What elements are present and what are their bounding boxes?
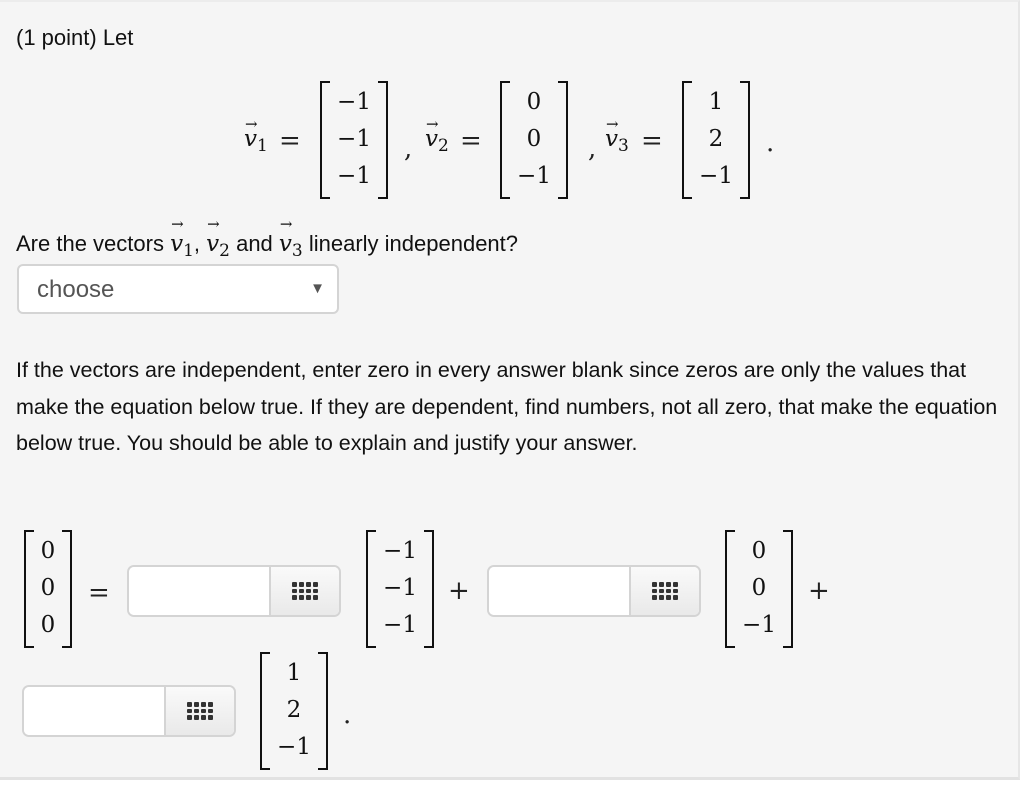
independence-dropdown[interactable]: choose ▼ (17, 264, 339, 314)
period: . (766, 128, 775, 158)
matrix-entry: 2 (286, 697, 302, 723)
v3-matrix: 1 2 −1 (682, 81, 750, 199)
grid-icon (292, 582, 318, 600)
matrix-entry: −1 (742, 612, 776, 638)
caret-down-icon: ▼ (310, 280, 325, 297)
coefficient-input-3[interactable] (24, 687, 166, 735)
zero-vector-matrix: 0 0 0 (24, 530, 72, 648)
matrix-entry: 0 (526, 89, 542, 115)
matrix-entry: −1 (337, 89, 371, 115)
comma: , (588, 134, 597, 164)
plus-sign: + (808, 576, 830, 606)
equals-sign: = (88, 578, 110, 608)
matrix-entry: 1 (286, 660, 302, 686)
dropdown-value: choose (37, 276, 115, 303)
question-text: Are the vectors → v1, → v2 and → v3 linearl… (16, 215, 519, 262)
problem-panel: (1 point) Let → v1 = −1 −1 −1 , → v2 = 0 0… (0, 0, 1020, 780)
matrix-entry: −1 (383, 612, 417, 638)
matrix-entry: 1 (708, 89, 724, 115)
equals-sign: = (641, 126, 663, 156)
matrix-entry: 0 (751, 575, 767, 601)
problem-header: (1 point) Let (16, 25, 134, 50)
matrix-entry: −1 (277, 734, 311, 760)
plus-sign: + (448, 576, 470, 606)
matrix-entry: 0 (40, 612, 56, 638)
matrix-entry: −1 (383, 538, 417, 564)
matrix-entry: −1 (337, 163, 371, 189)
grid-icon (187, 702, 213, 720)
equals-sign: = (279, 126, 301, 156)
answer-group-2 (487, 565, 701, 617)
v1-matrix: −1 −1 −1 (320, 81, 388, 199)
v3-label: → v3 (605, 115, 629, 157)
matrix-entry: 0 (526, 126, 542, 152)
v2-matrix-equation: 0 0 −1 (725, 530, 793, 648)
answer-group-1 (127, 565, 341, 617)
v1-label: → v1 (244, 115, 268, 157)
equals-sign: = (460, 126, 482, 156)
matrix-entry: 2 (708, 126, 724, 152)
matrix-entry: −1 (517, 163, 551, 189)
matrix-entry: −1 (337, 126, 371, 152)
equation-editor-button-2[interactable] (629, 567, 699, 615)
coefficient-input-2[interactable] (489, 567, 631, 615)
matrix-entry: 0 (40, 538, 56, 564)
instructions-text: If the vectors are independent, enter ze… (16, 358, 998, 455)
matrix-entry: −1 (383, 575, 417, 601)
comma: , (404, 134, 413, 164)
matrix-entry: −1 (699, 163, 733, 189)
equation-editor-button-1[interactable] (269, 567, 339, 615)
v3-matrix-equation: 1 2 −1 (260, 652, 328, 770)
period: . (343, 700, 352, 730)
coefficient-input-1[interactable] (129, 567, 271, 615)
v2-matrix: 0 0 −1 (500, 81, 568, 199)
answer-group-3 (22, 685, 236, 737)
matrix-entry: 0 (40, 575, 56, 601)
v2-label: → v2 (425, 115, 449, 157)
v1-matrix-equation: −1 −1 −1 (366, 530, 434, 648)
equation-editor-button-3[interactable] (164, 687, 234, 735)
grid-icon (652, 582, 678, 600)
matrix-entry: 0 (751, 538, 767, 564)
